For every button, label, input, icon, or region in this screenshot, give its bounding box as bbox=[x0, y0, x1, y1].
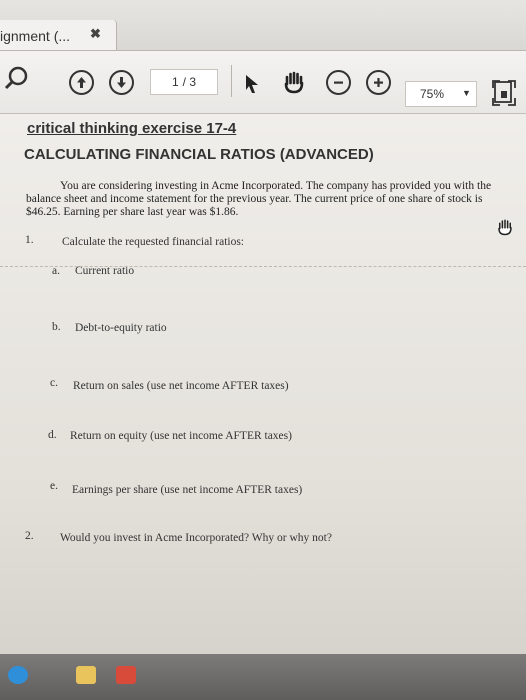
search-icon[interactable] bbox=[4, 65, 30, 91]
item-c-text: Return on sales (use net income AFTER ta… bbox=[73, 380, 289, 392]
page-up-icon[interactable] bbox=[69, 70, 94, 95]
tab-title: ignment (... bbox=[0, 28, 71, 44]
question-2-number: 2. bbox=[25, 530, 34, 542]
page-total: / 3 bbox=[182, 75, 197, 89]
hand-cursor-icon bbox=[496, 218, 514, 241]
zoom-in-icon[interactable] bbox=[366, 70, 391, 95]
folder-icon[interactable] bbox=[76, 666, 96, 684]
intro-line-1: You are considering investing in Acme In… bbox=[60, 180, 492, 192]
page-divider bbox=[0, 266, 526, 267]
document-tab[interactable]: ignment (... ✖ bbox=[0, 20, 117, 50]
page-number-field[interactable]: 1 / 3 bbox=[150, 69, 218, 95]
hand-tool-icon[interactable] bbox=[282, 70, 306, 94]
intro-paragraph: You are considering investing in Acme In… bbox=[26, 180, 506, 219]
taskbar bbox=[0, 654, 526, 700]
item-d-letter: d. bbox=[48, 429, 57, 441]
page-down-icon[interactable] bbox=[109, 70, 134, 95]
question-1-text: Calculate the requested financial ratios… bbox=[62, 236, 245, 248]
select-arrow-icon[interactable] bbox=[243, 73, 261, 95]
exercise-subtitle: CALCULATING FINANCIAL RATIOS (ADVANCED) bbox=[24, 146, 374, 163]
document-page: critical thinking exercise 17-4 CALCULAT… bbox=[0, 114, 526, 654]
intro-rest: balance sheet and income statement for t… bbox=[26, 193, 483, 218]
tab-strip: ignment (... ✖ bbox=[0, 0, 526, 51]
item-c-letter: c. bbox=[50, 377, 58, 389]
exercise-title: critical thinking exercise 17-4 bbox=[27, 120, 237, 137]
item-e-text: Earnings per share (use net income AFTER… bbox=[72, 484, 303, 496]
zoom-value: 75% bbox=[420, 87, 445, 101]
question-2-text: Would you invest in Acme Incorporated? W… bbox=[60, 532, 332, 544]
item-b-text: Debt-to-equity ratio bbox=[75, 322, 167, 334]
toolbar-divider bbox=[231, 65, 232, 97]
fit-page-icon[interactable] bbox=[492, 79, 516, 107]
edge-icon[interactable] bbox=[8, 666, 28, 684]
pdf-toolbar: 1 / 3 75% ▼ bbox=[0, 51, 526, 114]
page-current[interactable]: 1 bbox=[172, 75, 179, 89]
close-icon[interactable]: ✖ bbox=[90, 26, 101, 42]
item-d-text: Return on equity (use net income AFTER t… bbox=[70, 430, 292, 442]
item-e-letter: e. bbox=[50, 480, 58, 492]
item-b-letter: b. bbox=[52, 321, 61, 333]
chevron-down-icon: ▼ bbox=[462, 88, 471, 98]
zoom-out-icon[interactable] bbox=[326, 70, 351, 95]
zoom-select[interactable]: 75% ▼ bbox=[405, 81, 477, 107]
acrobat-icon[interactable] bbox=[116, 666, 136, 684]
question-1-number: 1. bbox=[25, 234, 34, 246]
